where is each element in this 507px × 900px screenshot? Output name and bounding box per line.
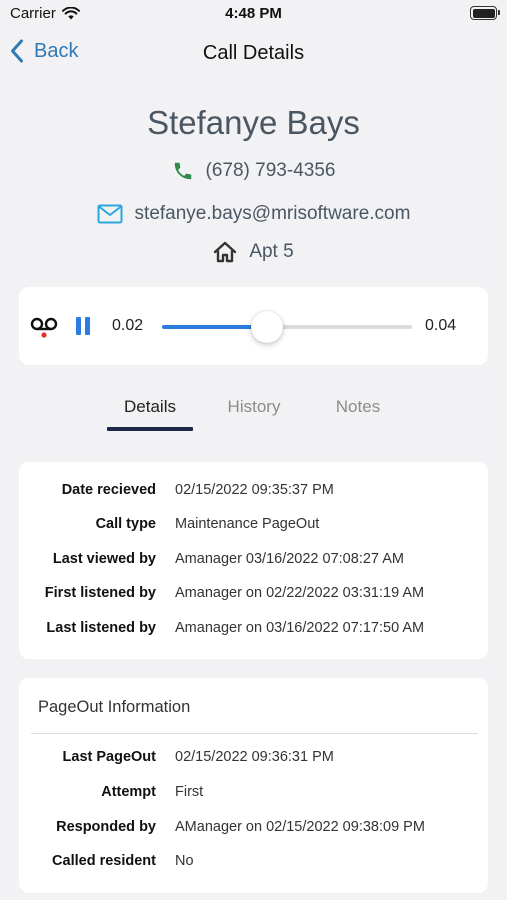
pageout-label: Attempt — [101, 784, 156, 800]
pageout-value: First — [175, 784, 204, 800]
pageout-card: PageOut Information Last PageOut 02/15/2… — [19, 678, 488, 893]
pageout-row: Attempt First — [19, 784, 488, 806]
detail-value: Amanager on 03/16/2022 07:17:50 AM — [175, 620, 425, 636]
house-icon — [214, 241, 237, 263]
active-tab-indicator — [107, 427, 193, 431]
detail-value: 02/15/2022 09:35:37 PM — [175, 482, 334, 498]
pageout-label: Last PageOut — [62, 749, 156, 765]
detail-value: Amanager on 02/22/2022 03:31:19 AM — [175, 585, 425, 601]
seek-slider[interactable] — [162, 311, 412, 343]
status-bar: Carrier 4:48 PM — [0, 0, 507, 30]
detail-label: Last viewed by — [52, 551, 156, 567]
tab-details[interactable]: Details — [107, 397, 193, 417]
seek-thumb[interactable] — [251, 311, 283, 343]
voicemail-icon — [30, 317, 58, 338]
tab-bar: Details History Notes — [0, 392, 507, 434]
battery-icon — [470, 6, 500, 20]
pageout-label: Called resident — [52, 853, 156, 869]
unit-row: Apt 5 — [0, 241, 507, 263]
detail-label: Date recieved — [61, 482, 156, 498]
detail-value: Amanager 03/16/2022 07:08:27 AM — [175, 551, 404, 567]
total-time: 0.04 — [425, 317, 457, 334]
status-time: 4:48 PM — [225, 5, 282, 22]
detail-label: Last listened by — [46, 620, 156, 636]
pageout-value: AManager on 02/15/2022 09:38:09 PM — [175, 819, 425, 835]
pageout-value: 02/15/2022 09:36:31 PM — [175, 749, 334, 765]
phone-row[interactable]: (678) 793-4356 — [0, 160, 507, 182]
detail-label: Call type — [95, 516, 156, 532]
contact-name: Stefanye Bays — [147, 104, 360, 141]
phone-icon — [174, 162, 191, 180]
tab-notes[interactable]: Notes — [316, 397, 400, 417]
navigation-bar: Back Call Details — [0, 30, 507, 76]
detail-label: First listened by — [44, 585, 156, 601]
detail-value: Maintenance PageOut — [175, 516, 320, 532]
pageout-label: Responded by — [56, 819, 156, 835]
tab-history[interactable]: History — [212, 397, 296, 417]
pageout-row: Last PageOut 02/15/2022 09:36:31 PM — [19, 749, 488, 771]
divider — [31, 733, 478, 734]
envelope-icon — [97, 204, 123, 224]
pageout-value: No — [175, 853, 194, 869]
page-title: Call Details — [202, 42, 305, 64]
detail-row: Call type Maintenance PageOut — [19, 516, 488, 538]
pause-button[interactable] — [74, 317, 92, 335]
pageout-row: Responded by AManager on 02/15/2022 09:3… — [19, 819, 488, 841]
email-row[interactable]: stefanye.bays@mrisoftware.com — [0, 203, 507, 225]
detail-row: Date recieved 02/15/2022 09:35:37 PM — [19, 482, 488, 504]
voicemail-player: 0.02 0.04 — [19, 287, 488, 365]
current-time: 0.02 — [112, 317, 144, 334]
unit-label: Apt 5 — [249, 241, 294, 262]
phone-number: (678) 793-4356 — [205, 160, 336, 181]
details-card: Date recieved 02/15/2022 09:35:37 PM Cal… — [19, 462, 488, 659]
detail-row: First listened by Amanager on 02/22/2022… — [19, 585, 488, 607]
detail-row: Last listened by Amanager on 03/16/2022 … — [19, 620, 488, 642]
detail-row: Last viewed by Amanager 03/16/2022 07:08… — [19, 551, 488, 573]
pageout-title: PageOut Information — [38, 698, 191, 716]
pageout-row: Called resident No — [19, 853, 488, 875]
email-address: stefanye.bays@mrisoftware.com — [134, 203, 411, 224]
